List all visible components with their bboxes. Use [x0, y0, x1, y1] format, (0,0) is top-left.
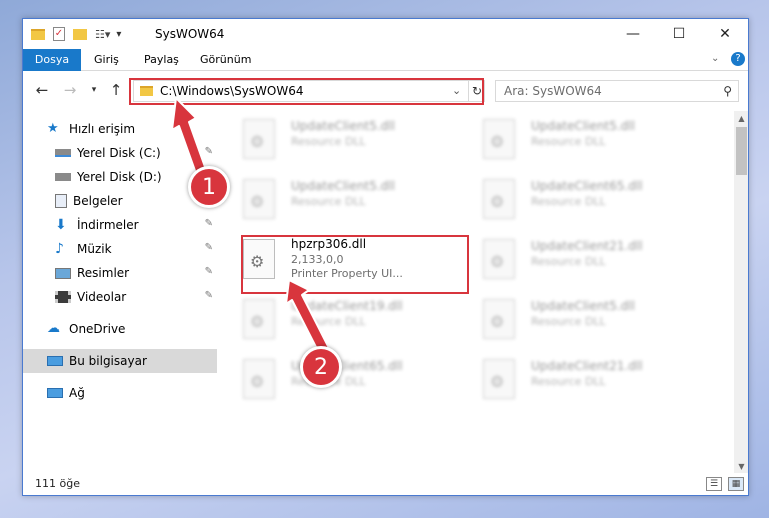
search-input[interactable]: Ara: SysWOW64 ⚲ [495, 80, 739, 102]
sidebar-item-label: Bu bilgisayar [69, 354, 147, 368]
sidebar-item-label: Hızlı erişim [69, 122, 136, 136]
download-icon: ⬇ [55, 217, 67, 233]
dll-file-icon: ⚙ [243, 299, 275, 339]
chevron-down-icon[interactable]: ▾ [116, 29, 121, 40]
tab-view[interactable]: Görünüm [191, 49, 260, 71]
minimize-icon[interactable]: — [610, 19, 656, 49]
pin-icon[interactable]: ✎ [205, 266, 213, 277]
sidebar-item-label: Yerel Disk (C:) [77, 146, 161, 160]
drive-icon [55, 149, 71, 157]
sidebar-item-music[interactable]: ♪ Müzik ✎ [23, 237, 217, 261]
network-icon [47, 388, 63, 398]
sidebar-item-local-disk-c[interactable]: Yerel Disk (C:) ✎ [23, 141, 217, 165]
sidebar-item-downloads[interactable]: ⬇ İndirmeler ✎ [23, 213, 217, 237]
list-item[interactable]: ⚙ UpdateClient5.dll Resource DLL [241, 177, 471, 233]
dll-file-icon: ⚙ [483, 179, 515, 219]
sidebar-item-label: Müzik [77, 242, 112, 256]
pin-icon[interactable]: ✎ [205, 242, 213, 253]
pin-icon[interactable]: ✎ [205, 146, 213, 157]
search-icon[interactable]: ⚲ [723, 84, 732, 98]
address-highlight-box [129, 78, 484, 105]
properties-icon[interactable]: ✓ [53, 27, 65, 41]
sidebar-item-this-pc[interactable]: Bu bilgisayar [23, 349, 217, 373]
videos-icon [55, 291, 71, 303]
vertical-scrollbar[interactable]: ▲ ▼ [734, 111, 748, 473]
dll-file-icon: ⚙ [483, 119, 515, 159]
window-title: SysWOW64 [155, 27, 225, 41]
pictures-icon [55, 267, 71, 279]
dll-file-icon: ⚙ [243, 179, 275, 219]
list-item[interactable]: ⚙ UpdateClient21.dll Resource DLL [481, 237, 711, 293]
title-bar: ✓ ☷▾ ▾ SysWOW64 — ☐ ✕ [23, 19, 748, 49]
scroll-down-icon[interactable]: ▼ [734, 459, 748, 473]
list-item[interactable]: ⚙ UpdateClient5.dll Resource DLL [481, 297, 711, 353]
list-item[interactable]: ⚙ UpdateClient19.dll Resource DLL [241, 297, 471, 353]
music-icon: ♪ [55, 241, 64, 257]
item-count: 111 öğe [35, 477, 80, 490]
sidebar-item-label: Ağ [69, 386, 85, 400]
sidebar-item-network[interactable]: Ağ [23, 381, 217, 405]
list-item[interactable]: ⚙ UpdateClient5.dll Resource DLL [241, 117, 471, 173]
new-folder-icon[interactable] [73, 28, 87, 40]
tab-share[interactable]: Paylaş [135, 49, 188, 71]
step-1-badge: 1 [188, 166, 230, 208]
sidebar-item-quick-access[interactable]: ★ Hızlı erişim [23, 117, 217, 141]
computer-icon [47, 356, 63, 366]
step-2-badge: 2 [300, 346, 342, 388]
customize-toolbar-icon[interactable]: ☷▾ [95, 28, 110, 41]
sidebar-item-label: Resimler [77, 266, 130, 280]
pin-icon[interactable]: ✎ [205, 218, 213, 229]
sidebar-item-pictures[interactable]: Resimler ✎ [23, 261, 217, 285]
back-icon[interactable]: ← [33, 81, 51, 99]
pin-icon[interactable]: ✎ [205, 290, 213, 301]
dll-file-icon: ⚙ [483, 239, 515, 279]
tab-home[interactable]: Giriş [85, 49, 128, 71]
scroll-up-icon[interactable]: ▲ [734, 111, 748, 125]
status-bar: 111 öğe ☰ ▦ [23, 473, 748, 495]
list-item[interactable]: ⚙ UpdateClient65.dll Resource DLL [481, 177, 711, 233]
sidebar-item-label: İndirmeler [77, 218, 139, 232]
close-icon[interactable]: ✕ [702, 19, 748, 49]
sidebar-item-label: OneDrive [69, 322, 126, 336]
quick-access-toolbar: ✓ ☷▾ ▾ [31, 25, 121, 43]
dll-file-icon: ⚙ [243, 359, 275, 399]
sidebar-item-label: Yerel Disk (D:) [77, 170, 162, 184]
recent-locations-icon[interactable]: ▾ [85, 81, 103, 99]
search-placeholder: Ara: SysWOW64 [504, 84, 602, 98]
documents-icon [55, 194, 67, 208]
dll-file-icon: ⚙ [483, 359, 515, 399]
file-highlight-box [241, 235, 469, 294]
scroll-thumb[interactable] [736, 127, 747, 175]
list-item[interactable]: ⚙ UpdateClient65.dll Resource DLL [241, 357, 471, 413]
ribbon-tabs: Dosya Giriş Paylaş Görünüm ⌄ ? [23, 49, 748, 71]
up-icon[interactable]: ↑ [107, 81, 125, 99]
star-icon: ★ [47, 121, 59, 136]
drive-icon [55, 173, 71, 181]
tab-file[interactable]: Dosya [23, 49, 81, 71]
sidebar-item-label: Videolar [77, 290, 127, 304]
details-view-icon[interactable]: ☰ [706, 477, 722, 491]
cloud-icon: ☁ [47, 321, 60, 336]
list-item[interactable]: ⚙ UpdateClient21.dll Resource DLL [481, 357, 711, 413]
forward-icon[interactable]: → [61, 81, 79, 99]
large-icons-view-icon[interactable]: ▦ [728, 477, 744, 491]
dll-file-icon: ⚙ [243, 119, 275, 159]
help-icon[interactable]: ? [731, 52, 745, 66]
sidebar-item-label: Belgeler [73, 194, 123, 208]
navigation-pane: ★ Hızlı erişim Yerel Disk (C:) ✎ Yerel D… [23, 111, 217, 471]
folder-icon[interactable] [31, 28, 45, 40]
dll-file-icon: ⚙ [483, 299, 515, 339]
list-item[interactable]: ⚙ UpdateClient5.dll Resource DLL [481, 117, 711, 173]
maximize-icon[interactable]: ☐ [656, 19, 702, 49]
sidebar-item-videos[interactable]: Videolar ✎ [23, 285, 217, 309]
sidebar-item-onedrive[interactable]: ☁ OneDrive [23, 317, 217, 341]
expand-ribbon-icon[interactable]: ⌄ [711, 53, 719, 64]
